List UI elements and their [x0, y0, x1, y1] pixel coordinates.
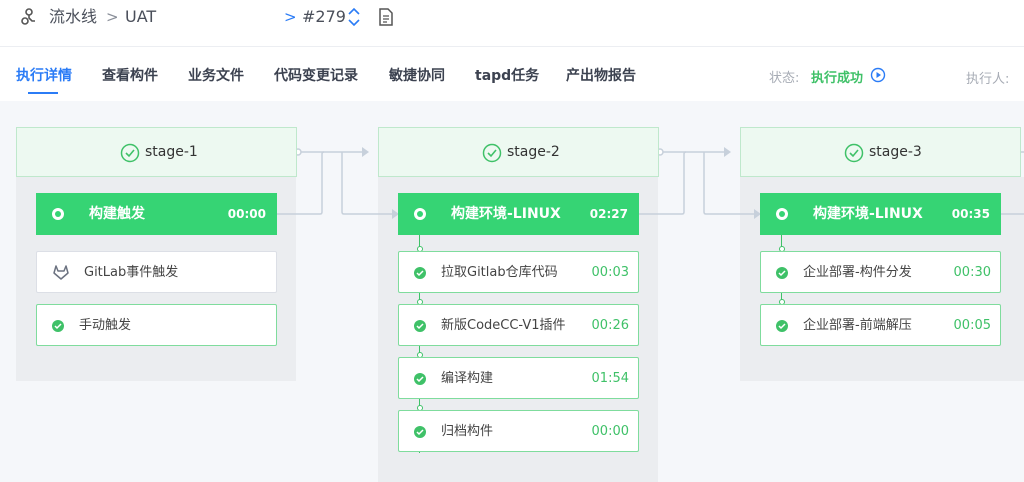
check-icon [776, 320, 788, 332]
job-name: 构建环境-LINUX [813, 206, 923, 222]
stage-3-header[interactable]: stage-3 [740, 127, 1021, 177]
step-label: GitLab事件触发 [84, 265, 179, 280]
job-name: 构建触发 [89, 206, 145, 222]
job-build-env-linux[interactable]: 构建环境-LINUX 00:35 [760, 193, 1001, 235]
gitlab-icon [53, 265, 69, 280]
stage-2-header[interactable]: stage-2 [378, 127, 659, 177]
step-duration: 00:03 [591, 265, 629, 280]
step-manual-trigger[interactable]: 手动触发 [36, 304, 277, 346]
check-circle-icon [844, 143, 864, 163]
step-label: 编译构建 [441, 371, 494, 386]
check-circle-icon [120, 143, 140, 163]
check-circle-icon [482, 143, 502, 163]
stage-title: stage-1 [145, 144, 198, 160]
step-label: 新版CodeCC-V1插件 [441, 318, 566, 333]
job-build-trigger[interactable]: 构建触发 00:00 [36, 193, 277, 235]
step-archive-artifacts[interactable]: 归档构件 00:00 [398, 410, 639, 452]
step-duration: 01:54 [591, 371, 629, 386]
step-label: 手动触发 [79, 318, 132, 333]
check-icon [414, 373, 426, 385]
check-icon [776, 267, 788, 279]
step-label: 企业部署-构件分发 [803, 265, 912, 280]
step-pull-gitlab-code[interactable]: 拉取Gitlab仓库代码 00:03 [398, 251, 639, 293]
job-duration: 00:35 [951, 207, 990, 221]
step-duration: 00:00 [591, 424, 629, 439]
step-duration: 00:26 [591, 318, 629, 333]
step-enterprise-deploy-unzip[interactable]: 企业部署-前端解压 00:05 [760, 304, 1001, 346]
step-duration: 00:05 [953, 318, 991, 333]
success-dot-icon [414, 208, 426, 220]
step-enterprise-deploy-distribute[interactable]: 企业部署-构件分发 00:30 [760, 251, 1001, 293]
step-gitlab-event-trigger[interactable]: GitLab事件触发 [36, 251, 277, 293]
step-codecc-plugin[interactable]: 新版CodeCC-V1插件 00:26 [398, 304, 639, 346]
job-name: 构建环境-LINUX [451, 206, 561, 222]
success-dot-icon [776, 208, 788, 220]
check-icon [414, 426, 426, 438]
stage-title: stage-2 [507, 144, 560, 160]
check-icon [414, 267, 426, 279]
success-dot-icon [52, 208, 64, 220]
job-duration: 02:27 [589, 207, 628, 221]
step-label: 归档构件 [441, 424, 494, 439]
job-duration: 00:00 [227, 207, 266, 221]
stage-title: stage-3 [869, 144, 922, 160]
step-label: 企业部署-前端解压 [803, 318, 912, 333]
step-compile-build[interactable]: 编译构建 01:54 [398, 357, 639, 399]
check-icon [52, 320, 64, 332]
step-label: 拉取Gitlab仓库代码 [441, 265, 558, 280]
job-build-env-linux[interactable]: 构建环境-LINUX 02:27 [398, 193, 639, 235]
stage-1-header[interactable]: stage-1 [16, 127, 297, 177]
check-icon [414, 320, 426, 332]
step-duration: 00:30 [953, 265, 991, 280]
